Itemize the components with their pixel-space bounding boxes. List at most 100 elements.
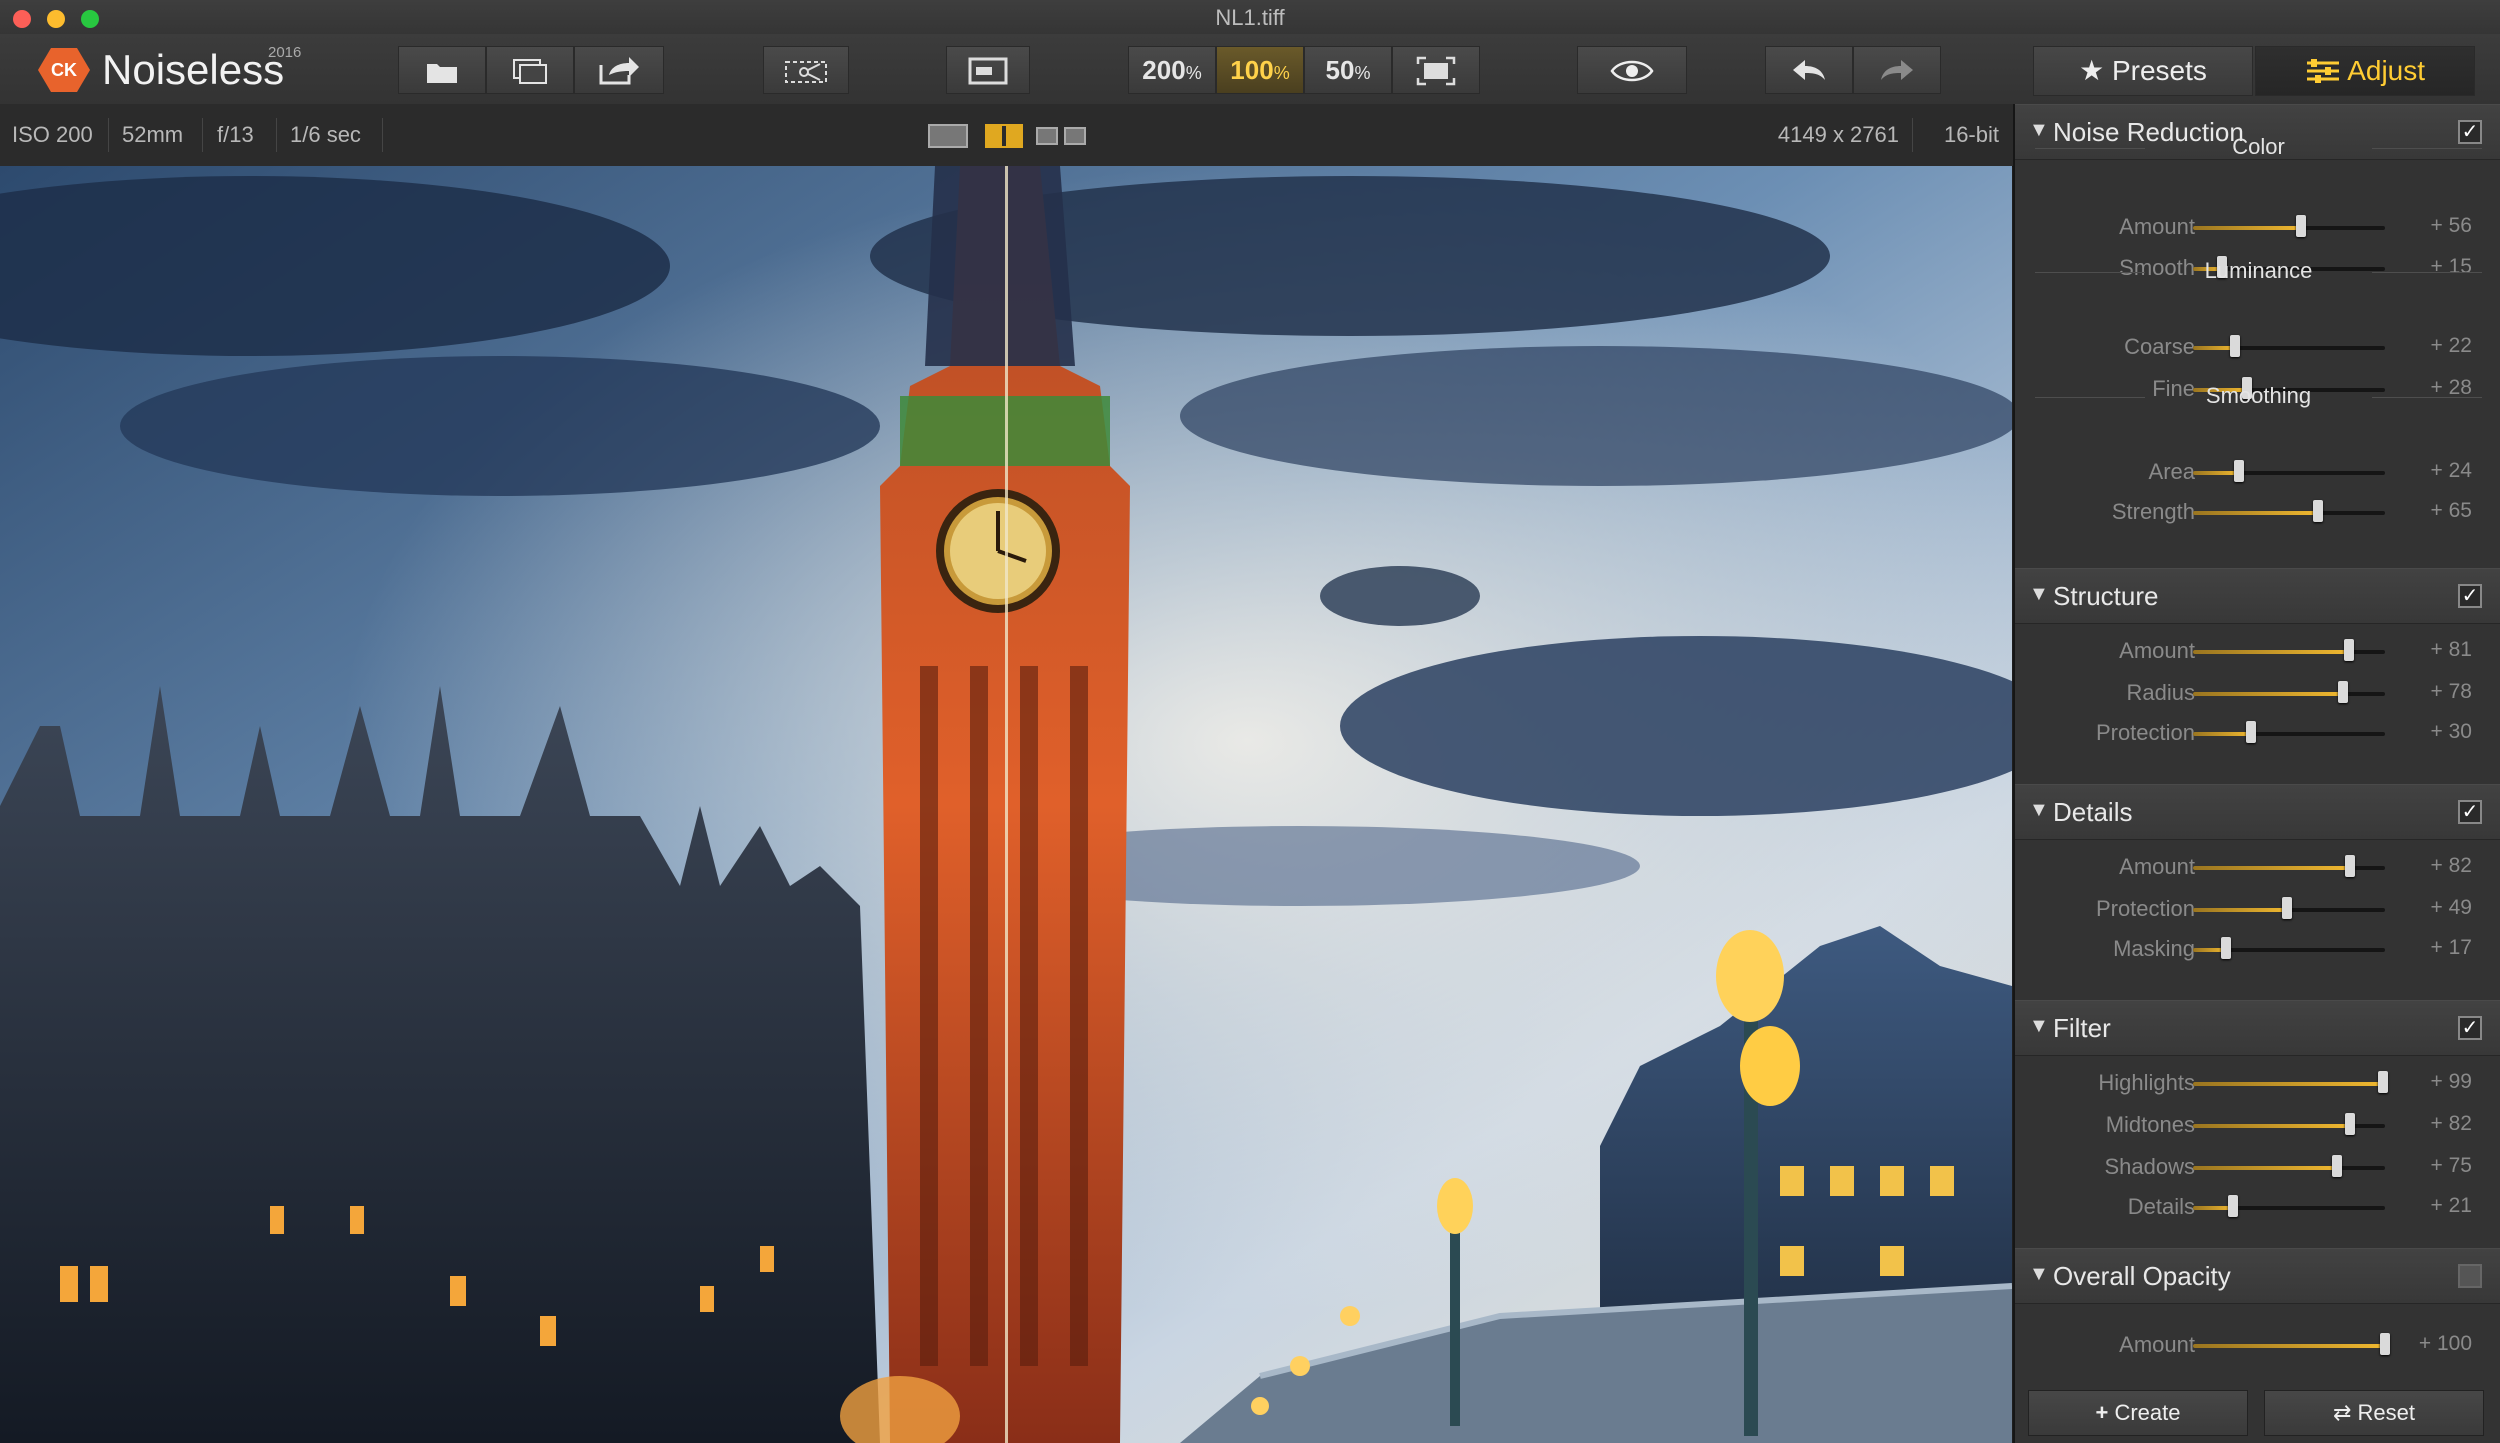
crop-compare-icon bbox=[785, 61, 827, 83]
side-by-side-left-icon[interactable] bbox=[1036, 127, 1058, 145]
slider-value: + 21 bbox=[2430, 1194, 2472, 1217]
single-view-button[interactable] bbox=[946, 46, 1030, 94]
slider-fill bbox=[2193, 511, 2318, 515]
slider-row[interactable]: Amount + 100 bbox=[2015, 1328, 2500, 1362]
zoom-100-button[interactable]: 100% bbox=[1216, 46, 1304, 94]
split-view-mode-icon[interactable] bbox=[985, 124, 1023, 148]
dimensions-info: 4149 x 2761 bbox=[1777, 122, 1899, 147]
slider-knob[interactable] bbox=[2221, 937, 2231, 959]
split-divider-handle[interactable] bbox=[1005, 166, 1008, 1443]
single-view-mode-icon[interactable] bbox=[928, 124, 968, 148]
zoom-50-button[interactable]: 50% bbox=[1304, 46, 1392, 94]
section-enable-checkbox[interactable]: ✓ bbox=[2458, 800, 2482, 824]
slider-row[interactable]: Amount + 56 bbox=[2015, 210, 2500, 244]
slider-knob[interactable] bbox=[2378, 1071, 2388, 1093]
section-header-filter[interactable]: ▼ Filter ✓ bbox=[2015, 1000, 2500, 1056]
slider-row[interactable]: Midtones + 82 bbox=[2015, 1108, 2500, 1142]
slider-knob[interactable] bbox=[2332, 1155, 2342, 1177]
slider-label: Midtones bbox=[2105, 1112, 2195, 1137]
fit-to-screen-button[interactable] bbox=[1392, 46, 1480, 94]
slider-row[interactable]: Protection + 49 bbox=[2015, 892, 2500, 926]
redo-button[interactable] bbox=[1853, 46, 1941, 94]
slider-label: Amount bbox=[2119, 1332, 2195, 1357]
slider-value: + 30 bbox=[2430, 720, 2472, 743]
fit-icon bbox=[1416, 56, 1456, 86]
slider-knob[interactable] bbox=[2344, 639, 2354, 661]
divider bbox=[276, 118, 277, 152]
slider-row[interactable]: Details + 21 bbox=[2015, 1190, 2500, 1224]
slider-row[interactable]: Strength + 65 bbox=[2015, 495, 2500, 529]
section-enable-checkbox[interactable] bbox=[2458, 1264, 2482, 1288]
section-header-overall-opacity[interactable]: ▼ Overall Opacity bbox=[2015, 1248, 2500, 1304]
slider-row[interactable]: Highlights + 99 bbox=[2015, 1066, 2500, 1100]
window-title: NL1.tiff bbox=[1215, 5, 1285, 30]
slider-knob[interactable] bbox=[2345, 855, 2355, 877]
slider-knob[interactable] bbox=[2313, 500, 2323, 522]
slider-value: + 22 bbox=[2430, 334, 2472, 357]
bitdepth-info: 16-bit bbox=[1943, 122, 1999, 147]
slider-knob[interactable] bbox=[2296, 215, 2306, 237]
divider bbox=[202, 118, 203, 152]
create-preset-button[interactable]: + Create bbox=[2028, 1390, 2248, 1436]
star-icon: ★ bbox=[2079, 55, 2105, 86]
slider-fill bbox=[2193, 1344, 2385, 1348]
slider-row[interactable]: Area + 24 bbox=[2015, 455, 2500, 489]
slider-row[interactable]: Amount + 81 bbox=[2015, 634, 2500, 668]
zoom-200-button[interactable]: 200% bbox=[1128, 46, 1216, 94]
tab-adjust-label: Adjust bbox=[2347, 55, 2426, 86]
plus-icon: + bbox=[2095, 1400, 2109, 1425]
section-enable-checkbox[interactable]: ✓ bbox=[2458, 584, 2482, 608]
slider-knob[interactable] bbox=[2380, 1333, 2390, 1355]
slider-knob[interactable] bbox=[2246, 721, 2256, 743]
slider-knob[interactable] bbox=[2338, 681, 2348, 703]
reset-button[interactable]: ⇄ Reset bbox=[2264, 1390, 2484, 1436]
section-header-structure[interactable]: ▼ Structure ✓ bbox=[2015, 568, 2500, 624]
disclosure-triangle-icon[interactable]: ▼ bbox=[2029, 1263, 2049, 1286]
slider-fill bbox=[2193, 226, 2301, 230]
disclosure-triangle-icon[interactable]: ▼ bbox=[2029, 583, 2049, 606]
slider-label: Highlights bbox=[2098, 1070, 2195, 1095]
compare-crop-button[interactable] bbox=[763, 46, 849, 94]
slider-label: Amount bbox=[2119, 638, 2195, 663]
slider-value: + 65 bbox=[2430, 499, 2472, 522]
slider-value: + 17 bbox=[2430, 936, 2472, 959]
slider-row[interactable]: Masking + 17 bbox=[2015, 932, 2500, 966]
adjust-panel: ▼ Noise Reduction ✓ Color Amount + 56 Smooth + … bbox=[2013, 104, 2500, 1443]
slider-label: Amount bbox=[2119, 214, 2195, 239]
preview-button[interactable] bbox=[1577, 46, 1687, 94]
slider-row[interactable]: Coarse + 22 bbox=[2015, 330, 2500, 364]
section-enable-checkbox[interactable]: ✓ bbox=[2458, 1016, 2482, 1040]
zoom-unit: % bbox=[1354, 63, 1371, 83]
slider-knob[interactable] bbox=[2228, 1195, 2238, 1217]
slider-value: + 100 bbox=[2418, 1332, 2472, 1355]
undo-button[interactable] bbox=[1765, 46, 1853, 94]
slider-row[interactable]: Amount + 82 bbox=[2015, 850, 2500, 884]
zoom-unit: % bbox=[1273, 63, 1290, 83]
export-button[interactable] bbox=[574, 46, 664, 94]
slider-knob[interactable] bbox=[2345, 1113, 2355, 1135]
photo-canvas[interactable] bbox=[0, 166, 2012, 1443]
divider bbox=[2035, 272, 2145, 273]
batch-button[interactable] bbox=[486, 46, 574, 94]
slider-row[interactable]: Radius + 78 bbox=[2015, 676, 2500, 710]
slider-knob[interactable] bbox=[2234, 460, 2244, 482]
slider-knob[interactable] bbox=[2282, 897, 2292, 919]
divider bbox=[2372, 397, 2482, 398]
tab-presets[interactable]: ★ Presets bbox=[2033, 46, 2253, 96]
iso-info: ISO 200 bbox=[12, 122, 93, 147]
slider-label: Strength bbox=[2111, 499, 2195, 524]
slider-label: Radius bbox=[2126, 680, 2195, 705]
slider-knob[interactable] bbox=[2230, 335, 2240, 357]
slider-fill bbox=[2193, 692, 2343, 696]
side-by-side-right-icon[interactable] bbox=[1064, 127, 1086, 145]
slider-row[interactable]: Protection + 30 bbox=[2015, 716, 2500, 750]
open-button[interactable] bbox=[398, 46, 486, 94]
zoom-200-value: 200 bbox=[1142, 55, 1186, 85]
disclosure-triangle-icon[interactable]: ▼ bbox=[2029, 1015, 2049, 1038]
disclosure-triangle-icon[interactable]: ▼ bbox=[2029, 799, 2049, 822]
slider-row[interactable]: Shadows + 75 bbox=[2015, 1150, 2500, 1184]
zoom-100-value: 100 bbox=[1230, 55, 1274, 85]
tab-adjust[interactable]: Adjust bbox=[2255, 46, 2475, 96]
section-header-details[interactable]: ▼ Details ✓ bbox=[2015, 784, 2500, 840]
divider bbox=[382, 118, 383, 152]
